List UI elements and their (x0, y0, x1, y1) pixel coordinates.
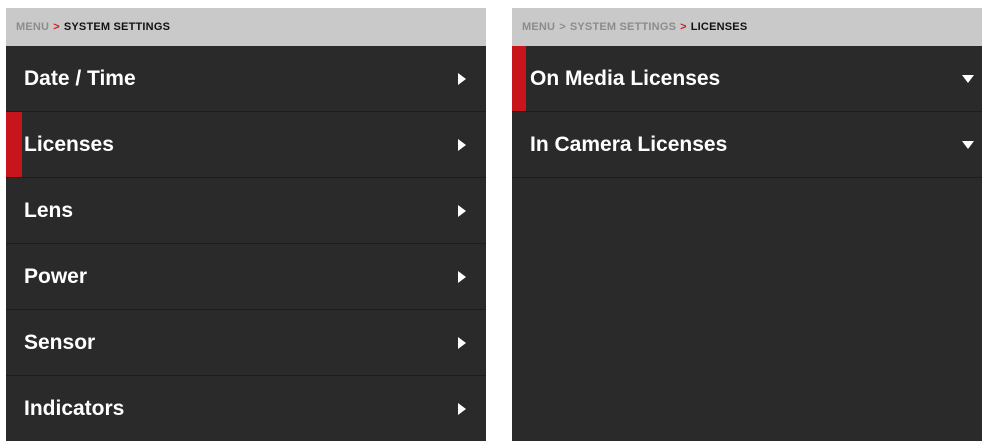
menu-item-on-media-licenses[interactable]: On Media Licenses (512, 46, 982, 112)
chevron-right-icon (452, 399, 472, 419)
chevron-right-icon (452, 333, 472, 353)
breadcrumb-separator: > (53, 21, 60, 33)
menu-item-label: Lens (24, 198, 74, 222)
menu-item-in-camera-licenses[interactable]: In Camera Licenses (512, 112, 982, 178)
breadcrumb: MENU > SYSTEM SETTINGS > LICENSES (512, 8, 982, 46)
system-settings-panel: MENU > SYSTEM SETTINGS Date / Time Licen… (6, 8, 486, 441)
menu-item-power[interactable]: Power (6, 244, 486, 310)
chevron-down-icon (958, 69, 978, 89)
menu-item-indicators[interactable]: Indicators (6, 376, 486, 441)
menu-item-label: Sensor (24, 330, 96, 354)
licenses-panel: MENU > SYSTEM SETTINGS > LICENSES On Med… (512, 8, 982, 441)
breadcrumb-menu[interactable]: MENU (16, 21, 49, 33)
breadcrumb-separator: > (559, 21, 566, 33)
menu-item-sensor[interactable]: Sensor (6, 310, 486, 376)
chevron-right-icon (452, 201, 472, 221)
breadcrumb-current: LICENSES (690, 21, 748, 33)
menu-item-label: Power (24, 264, 88, 288)
chevron-right-icon (452, 135, 472, 155)
menu-item-licenses[interactable]: Licenses (6, 112, 486, 178)
menu-item-lens[interactable]: Lens (6, 178, 486, 244)
menu-item-label: Date / Time (24, 66, 136, 90)
menu-item-label: Licenses (24, 132, 114, 156)
menu-item-date-time[interactable]: Date / Time (6, 46, 486, 112)
menu-item-label: In Camera Licenses (530, 132, 728, 156)
menu-item-label: Indicators (24, 396, 125, 420)
breadcrumb-menu[interactable]: MENU (522, 21, 555, 33)
chevron-right-icon (452, 69, 472, 89)
chevron-right-icon (452, 267, 472, 287)
breadcrumb-parent[interactable]: SYSTEM SETTINGS (570, 21, 676, 33)
breadcrumb-current: SYSTEM SETTINGS (63, 21, 171, 33)
chevron-down-icon (958, 135, 978, 155)
breadcrumb-separator: > (680, 21, 687, 33)
breadcrumb: MENU > SYSTEM SETTINGS (6, 8, 486, 46)
menu-item-label: On Media Licenses (530, 66, 721, 90)
